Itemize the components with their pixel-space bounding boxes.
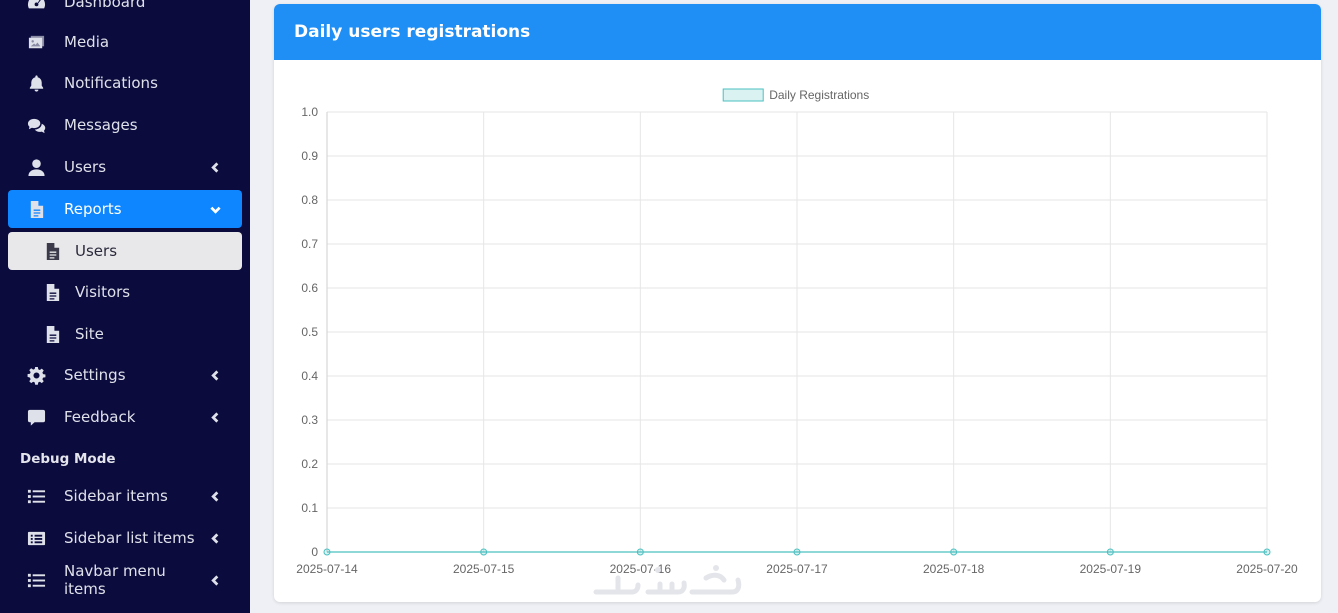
chart-series [323, 548, 1271, 556]
y-tick-label: 0.2 [301, 457, 318, 471]
data-point [793, 548, 801, 556]
y-tick-label: 0.7 [301, 237, 318, 251]
chart-grid [326, 111, 1268, 553]
legend-swatch [722, 88, 764, 102]
y-tick-label: 0.4 [301, 369, 318, 383]
data-point [636, 548, 644, 556]
x-tick-label: 2025-07-19 [1080, 562, 1142, 576]
x-tick-label: 2025-07-18 [923, 562, 985, 576]
data-point [1106, 548, 1114, 556]
y-tick-label: 0.9 [301, 149, 318, 163]
y-tick-label: 0 [311, 545, 318, 559]
x-tick-label: 2025-07-15 [453, 562, 515, 576]
legend-label: Daily Registrations [769, 88, 869, 102]
data-point [1263, 548, 1271, 556]
data-point [480, 548, 488, 556]
y-tick-label: 0.6 [301, 281, 318, 295]
y-tick-label: 0.8 [301, 193, 318, 207]
x-tick-label: 2025-07-17 [766, 562, 828, 576]
watermark-logo [593, 565, 742, 595]
registrations-chart: Daily Registrations 0 0.1 0.2 0.3 0.4 0.5 0.6 0… [296, 88, 1298, 576]
y-tick-label: 1.0 [301, 105, 318, 119]
y-tick-label: 0.5 [301, 325, 318, 339]
x-tick-label: 2025-07-14 [296, 562, 358, 576]
y-tick-label: 0.3 [301, 413, 318, 427]
y-tick-label: 0.1 [301, 501, 318, 515]
data-point [950, 548, 958, 556]
x-tick-label: 2025-07-20 [1236, 562, 1298, 576]
data-point [323, 548, 331, 556]
chart-legend[interactable]: Daily Registrations [722, 88, 869, 102]
